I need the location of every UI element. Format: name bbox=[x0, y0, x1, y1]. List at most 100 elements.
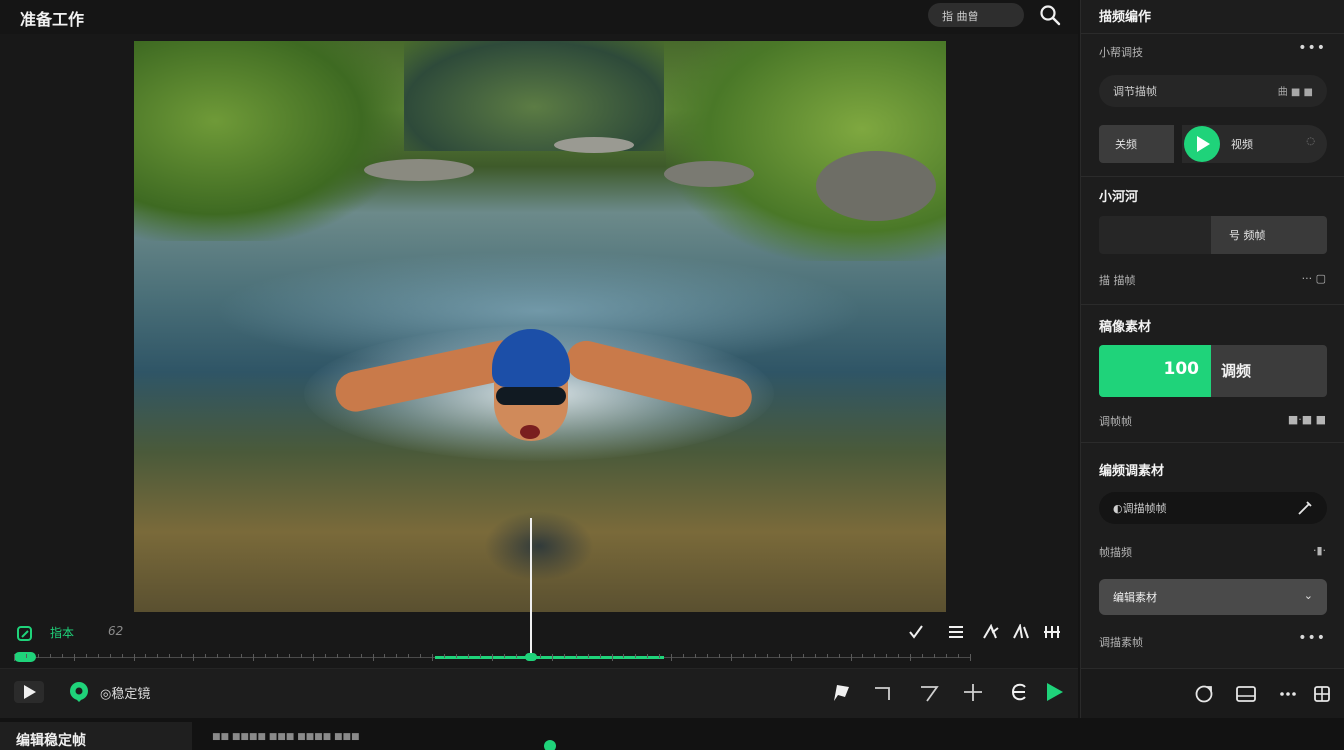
refresh-icon[interactable] bbox=[1193, 683, 1215, 705]
timeline-tick bbox=[826, 654, 828, 658]
timeline-tick bbox=[838, 654, 840, 658]
top-pill-button[interactable]: 指 曲曾 bbox=[928, 3, 1024, 27]
section3-meta[interactable]: ■·■ ■ bbox=[1288, 413, 1326, 426]
timeline-tick bbox=[850, 654, 852, 661]
value-fill[interactable]: 100 bbox=[1099, 345, 1211, 397]
cut-icon[interactable] bbox=[982, 623, 1000, 643]
timeline-tick bbox=[49, 654, 51, 658]
panel-toolbar bbox=[1081, 668, 1344, 718]
value-label: 调频 bbox=[1221, 362, 1252, 380]
more-options-icon[interactable]: ••• bbox=[1298, 630, 1326, 646]
water-reflection bbox=[484, 511, 594, 581]
value-remainder[interactable]: 调频 bbox=[1211, 345, 1327, 397]
menu-icon[interactable] bbox=[948, 624, 964, 643]
text-tool-icon[interactable] bbox=[1008, 681, 1030, 703]
timeline-tick bbox=[922, 654, 924, 658]
material-search-field[interactable]: ◐调描帧帧 bbox=[1099, 492, 1327, 524]
timeline-tick bbox=[193, 654, 195, 661]
toggle-off-option[interactable]: 关频 bbox=[1099, 125, 1174, 163]
flag-icon[interactable] bbox=[830, 681, 852, 703]
chevron-down-icon: ⌄ bbox=[1303, 589, 1313, 602]
timeline-tick bbox=[157, 654, 159, 658]
segment-right[interactable]: 号 频帧 bbox=[1211, 216, 1327, 254]
properties-panel: 描频编作 小帮调技 ••• 调节描帧 曲 ■ ■ 关频 视频 ◌ 小河河 号 频… bbox=[1080, 0, 1344, 718]
swim-goggles bbox=[496, 387, 566, 405]
timeline-tick bbox=[551, 654, 553, 661]
plus-tool-icon[interactable] bbox=[962, 681, 984, 703]
pen-icon[interactable] bbox=[1297, 500, 1313, 519]
check-icon[interactable] bbox=[908, 624, 924, 643]
timeline-tick bbox=[73, 654, 75, 661]
timeline-tick bbox=[384, 654, 386, 658]
timeline-tick bbox=[432, 654, 434, 661]
timeline-tick bbox=[408, 654, 410, 658]
timeline-scrubber[interactable] bbox=[14, 652, 971, 662]
value-slider[interactable]: 100 调频 bbox=[1099, 345, 1327, 397]
app-title: 准备工作 bbox=[20, 10, 85, 29]
adjust-field[interactable]: 调节描帧 曲 ■ ■ bbox=[1099, 75, 1327, 107]
bottom-panel-title[interactable]: 编辑稳定帧 bbox=[0, 722, 192, 750]
timeline-tick bbox=[229, 654, 231, 658]
toggle-on-label: 视频 bbox=[1231, 138, 1253, 151]
more-options-icon[interactable]: ••• bbox=[1298, 40, 1326, 56]
timeline-tick bbox=[790, 654, 792, 661]
timeline-tick bbox=[300, 654, 302, 658]
corner-tool-icon[interactable] bbox=[872, 681, 894, 703]
value-number: 100 bbox=[1163, 359, 1200, 379]
timeline-tick bbox=[14, 654, 15, 661]
stabilize-label[interactable]: ◎稳定镜 bbox=[100, 683, 150, 702]
segment-left[interactable] bbox=[1099, 216, 1211, 254]
video-preview[interactable] bbox=[134, 41, 946, 612]
playhead-handle[interactable] bbox=[525, 653, 538, 661]
segment-control[interactable]: 号 频帧 bbox=[1099, 216, 1327, 254]
split-icon[interactable] bbox=[1012, 622, 1030, 643]
timeline-tick bbox=[420, 654, 422, 658]
playback-toggle[interactable]: 关频 视频 ◌ bbox=[1099, 125, 1327, 163]
search-icon[interactable] bbox=[1038, 3, 1062, 27]
timeline-tick bbox=[61, 654, 63, 658]
more-icon[interactable] bbox=[1043, 624, 1061, 643]
timeline-tick bbox=[480, 654, 482, 658]
timeline-tick bbox=[695, 654, 697, 658]
timeline-badge: 62 bbox=[108, 624, 124, 638]
divider bbox=[1081, 176, 1344, 177]
location-pin-icon[interactable] bbox=[68, 681, 90, 703]
timeline-tick bbox=[468, 654, 470, 658]
section4-subtitle: 帧描频 bbox=[1099, 546, 1132, 559]
rock bbox=[554, 137, 634, 153]
slope-tool-icon[interactable] bbox=[918, 681, 940, 703]
timeline-icon[interactable] bbox=[16, 625, 34, 646]
timeline-label[interactable]: 指本 bbox=[50, 624, 74, 641]
timeline-tick bbox=[253, 654, 254, 661]
timeline-tick bbox=[659, 654, 661, 658]
bottom-playhead-handle[interactable] bbox=[544, 740, 556, 750]
layers-icon[interactable] bbox=[1311, 683, 1333, 705]
timeline-tick bbox=[683, 654, 685, 658]
section4-meta[interactable]: ·▮· bbox=[1313, 544, 1326, 557]
ellipsis-icon[interactable] bbox=[1277, 683, 1299, 705]
section2-meta[interactable]: ··· ▢ bbox=[1302, 272, 1326, 285]
timeline-tick bbox=[886, 654, 888, 658]
section4-footer: 调描素帧 bbox=[1099, 636, 1143, 649]
timeline-tick bbox=[372, 654, 374, 661]
section3-title: 稿像素材 bbox=[1099, 320, 1152, 335]
panel-title: 描频编作 bbox=[1099, 10, 1152, 25]
section1-subtitle: 小帮调技 bbox=[1099, 46, 1143, 59]
timeline-tick bbox=[802, 654, 804, 658]
timeline-tick bbox=[862, 654, 864, 658]
bottom-panel: 编辑稳定帧 ■■ ■■■■ ■■■ ■■■■ ■■■ bbox=[0, 718, 1344, 750]
play-button[interactable] bbox=[14, 681, 44, 703]
timeline-tick bbox=[360, 654, 362, 658]
render-play-icon[interactable] bbox=[1044, 681, 1066, 703]
top-bar: 准备工作 指 曲曾 bbox=[0, 0, 1078, 34]
material-dropdown[interactable]: 编辑素材 ⌄ bbox=[1099, 579, 1327, 615]
section2-subtitle: 描 描帧 bbox=[1099, 274, 1136, 287]
timeline-tick bbox=[671, 654, 673, 661]
timeline-tick bbox=[348, 654, 350, 658]
timeline-tick bbox=[276, 654, 278, 658]
timeline-tick bbox=[754, 654, 756, 658]
screen-icon[interactable] bbox=[1235, 683, 1257, 705]
timeline-tick bbox=[181, 654, 183, 658]
playhead-line[interactable] bbox=[530, 518, 533, 658]
play-circle-icon[interactable] bbox=[1184, 126, 1220, 162]
